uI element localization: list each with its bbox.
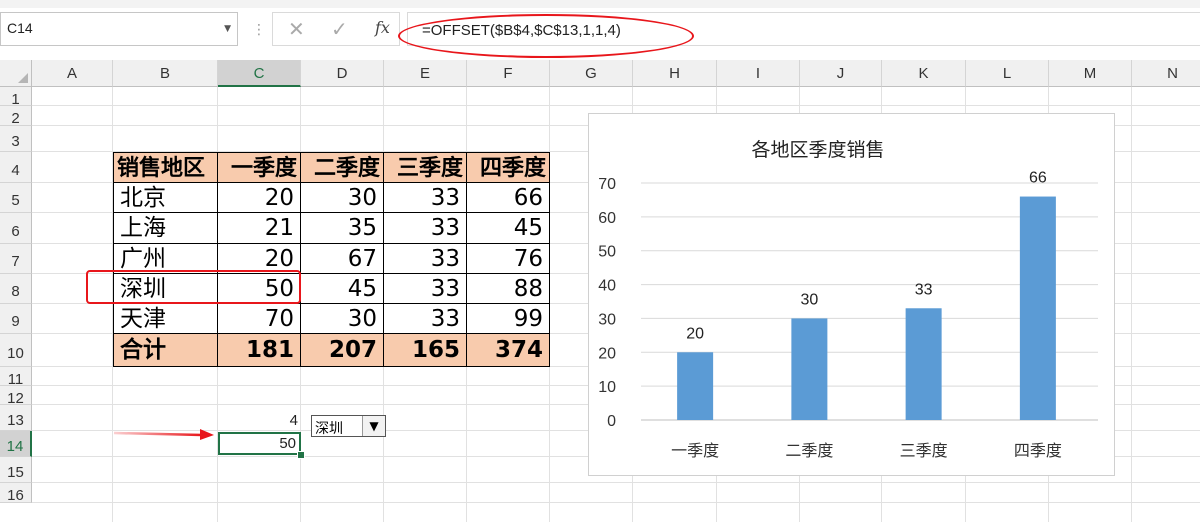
table-cell[interactable]: 33 — [384, 274, 467, 304]
column-header-g[interactable]: G — [550, 60, 633, 87]
row-header-14[interactable]: 14 — [0, 431, 32, 457]
row-highlight-box — [86, 270, 301, 304]
region-dropdown[interactable]: 深圳 ▼ — [311, 415, 386, 437]
row-header-7[interactable]: 7 — [0, 244, 32, 274]
table-cell[interactable]: 北京 — [113, 183, 218, 213]
row-header-11[interactable]: 11 — [0, 367, 32, 388]
row-header-6[interactable]: 6 — [0, 213, 32, 244]
column-header-e[interactable]: E — [384, 60, 467, 87]
table-cell[interactable]: 21 — [218, 213, 301, 244]
data-label: 30 — [800, 291, 818, 308]
row-header-13[interactable]: 13 — [0, 405, 32, 431]
table-header-cell[interactable]: 二季度 — [301, 152, 384, 183]
total-cell[interactable]: 207 — [301, 334, 384, 367]
x-tick-label: 一季度 — [671, 441, 719, 460]
column-header-a[interactable]: A — [32, 60, 113, 87]
row-gridline — [32, 482, 1200, 483]
y-tick-label: 50 — [598, 244, 616, 261]
dropdown-value: 深圳 — [315, 421, 343, 437]
table-cell[interactable]: 66 — [467, 183, 550, 213]
table-cell[interactable]: 33 — [384, 213, 467, 244]
x-tick-label: 二季度 — [785, 441, 833, 460]
bar — [677, 352, 714, 420]
table-cell[interactable]: 33 — [384, 244, 467, 274]
bar — [905, 308, 942, 420]
column-header-b[interactable]: B — [113, 60, 218, 87]
y-tick-label: 40 — [598, 278, 616, 295]
row-header-2[interactable]: 2 — [0, 106, 32, 127]
data-label: 20 — [686, 325, 704, 342]
table-cell[interactable]: 天津 — [113, 304, 218, 334]
data-label: 66 — [1029, 170, 1047, 187]
table-cell[interactable]: 30 — [301, 183, 384, 213]
y-tick-label: 60 — [598, 210, 616, 227]
bar — [791, 318, 828, 420]
column-header-l[interactable]: L — [966, 60, 1049, 87]
row-gridline — [32, 502, 1200, 503]
column-header-n[interactable]: N — [1132, 60, 1200, 87]
select-all-icon — [18, 73, 28, 83]
total-cell[interactable]: 165 — [384, 334, 467, 367]
row-header-3[interactable]: 3 — [0, 126, 32, 152]
x-tick-label: 四季度 — [1014, 441, 1062, 460]
table-header-cell[interactable]: 销售地区 — [113, 152, 218, 183]
fill-handle[interactable] — [297, 451, 305, 459]
table-cell[interactable]: 35 — [301, 213, 384, 244]
cell-c14-selected[interactable]: 50 — [218, 432, 301, 455]
row-header-15[interactable]: 15 — [0, 457, 32, 483]
row-header-1[interactable]: 1 — [0, 87, 32, 108]
column-header-d[interactable]: D — [301, 60, 384, 87]
row-header-12[interactable]: 12 — [0, 386, 32, 407]
cell-c13[interactable]: 4 — [218, 412, 298, 430]
bar — [1019, 196, 1056, 420]
row-gridline — [32, 105, 1200, 106]
y-tick-label: 0 — [607, 413, 616, 430]
dropdown-arrow-icon[interactable]: ▼ — [362, 416, 385, 436]
column-header-h[interactable]: H — [633, 60, 717, 87]
table-cell[interactable]: 99 — [467, 304, 550, 334]
table-cell[interactable]: 70 — [218, 304, 301, 334]
table-cell[interactable]: 76 — [467, 244, 550, 274]
annotation-arrow — [113, 429, 214, 440]
table-header-cell[interactable]: 四季度 — [467, 152, 550, 183]
table-cell[interactable]: 33 — [384, 183, 467, 213]
total-cell[interactable]: 合计 — [113, 334, 218, 367]
row-header-8[interactable]: 8 — [0, 274, 32, 304]
row-header-9[interactable]: 9 — [0, 304, 32, 334]
total-cell[interactable]: 181 — [218, 334, 301, 367]
table-cell[interactable]: 88 — [467, 274, 550, 304]
y-tick-label: 30 — [598, 311, 616, 328]
column-header-k[interactable]: K — [882, 60, 966, 87]
column-header-i[interactable]: I — [717, 60, 800, 87]
column-header-j[interactable]: J — [800, 60, 882, 87]
data-label: 33 — [915, 281, 933, 298]
column-header-c[interactable]: C — [218, 60, 301, 87]
bar-chart: 0 10 20 30 40 50 60 70 20 一季度 30 二季度 33 三季度 66 四季度 各地区季度… — [598, 139, 1098, 460]
table-cell[interactable]: 67 — [301, 244, 384, 274]
table-cell[interactable]: 上海 — [113, 213, 218, 244]
table-cell[interactable]: 45 — [301, 274, 384, 304]
y-tick-label: 20 — [598, 345, 616, 362]
chart-title: 各地区季度销售 — [751, 139, 884, 161]
total-cell[interactable]: 374 — [467, 334, 550, 367]
table-cell[interactable]: 33 — [384, 304, 467, 334]
column-header-f[interactable]: F — [467, 60, 550, 87]
column-header-m[interactable]: M — [1049, 60, 1132, 87]
table-cell[interactable]: 45 — [467, 213, 550, 244]
x-tick-label: 三季度 — [900, 441, 948, 460]
row-header-16[interactable]: 16 — [0, 483, 32, 504]
table-cell[interactable]: 30 — [301, 304, 384, 334]
row-header-5[interactable]: 5 — [0, 183, 32, 213]
y-tick-label: 70 — [598, 176, 616, 193]
table-header-cell[interactable]: 三季度 — [384, 152, 467, 183]
table-header-cell[interactable]: 一季度 — [218, 152, 301, 183]
y-tick-label: 10 — [598, 379, 616, 396]
row-header-4[interactable]: 4 — [0, 152, 32, 183]
table-cell[interactable]: 20 — [218, 183, 301, 213]
row-header-10[interactable]: 10 — [0, 334, 32, 367]
